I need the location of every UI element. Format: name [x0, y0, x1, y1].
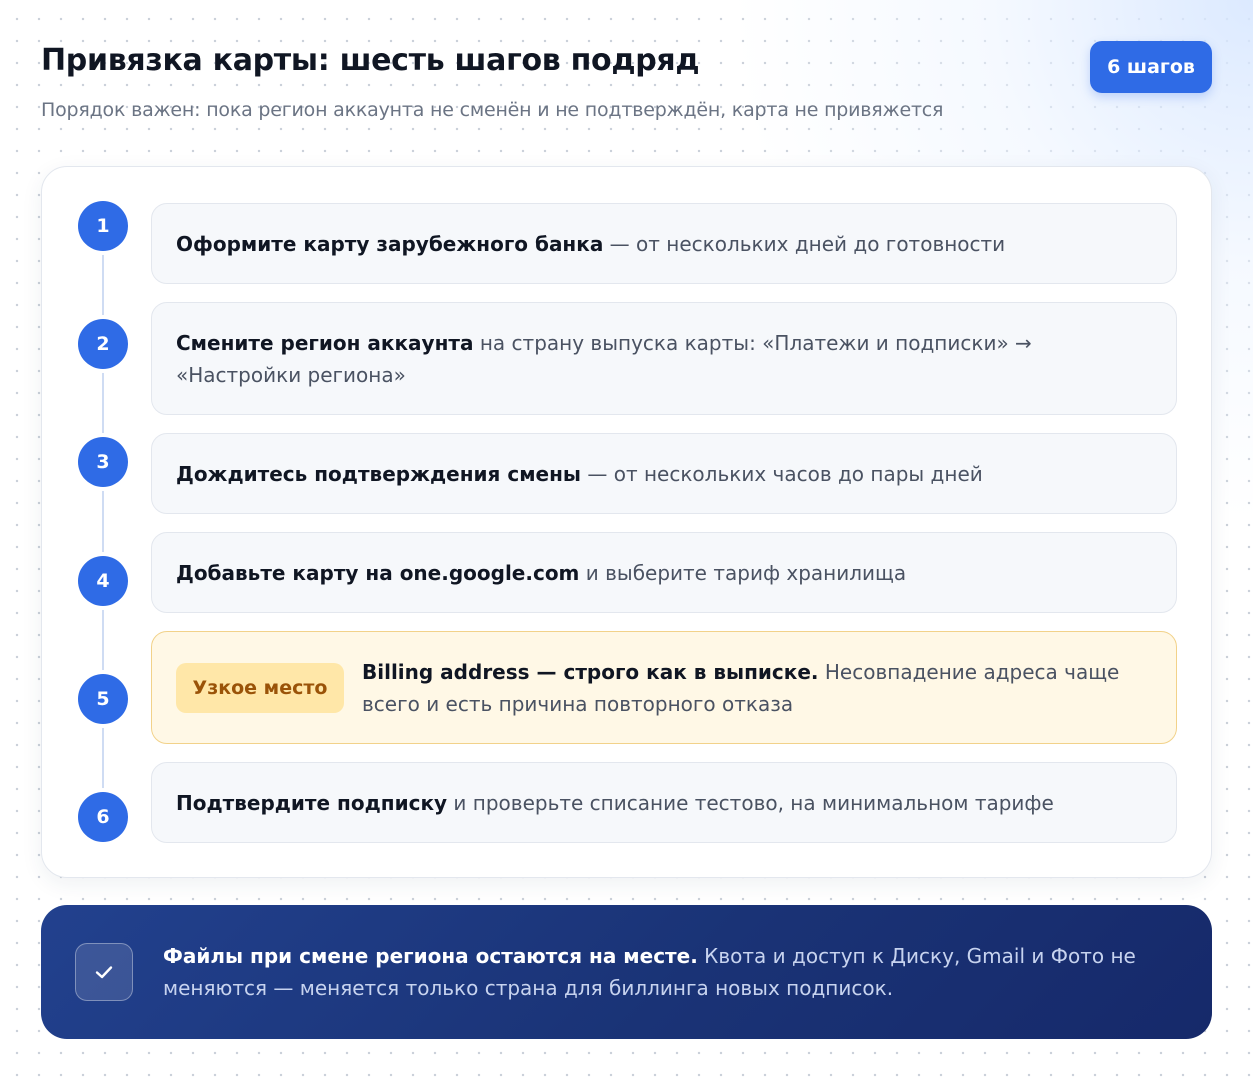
- step-text-5: Billing address — строго как в выписке. …: [362, 656, 1152, 720]
- step-number-6: 6: [78, 792, 128, 842]
- step-text-4: Добавьте карту на one.google.com и выбер…: [176, 557, 906, 589]
- step-detail-6: и проверьте списание тестово, на минимал…: [447, 790, 1054, 815]
- steps-timeline-line: [102, 227, 104, 817]
- step-number-4: 4: [78, 556, 128, 606]
- step-text-3: Дождитесь подтверждения смены — от неско…: [176, 458, 983, 490]
- step-detail-1: — от нескольких дней до готовности: [603, 231, 1006, 256]
- page-header: Привязка карты: шесть шагов подряд Поряд…: [41, 40, 1212, 130]
- step-item-3: Дождитесь подтверждения смены — от неско…: [151, 433, 1177, 514]
- info-banner: Файлы при смене региона остаются на мест…: [41, 905, 1212, 1039]
- step-title-5: Billing address — строго как в выписке.: [362, 659, 819, 684]
- step-detail-4: и выберите тариф хранилища: [579, 560, 907, 585]
- step-number-2: 2: [78, 319, 128, 369]
- bottleneck-tag: Узкое место: [176, 662, 344, 713]
- step-title-4: Добавьте карту на one.google.com: [176, 560, 580, 585]
- step-text-2: Смените регион аккаунта на страну выпуск…: [176, 327, 1152, 391]
- step-item-2: Смените регион аккаунта на страну выпуск…: [151, 302, 1177, 415]
- check-icon-glyph: [95, 966, 113, 979]
- info-banner-text: Файлы при смене региона остаются на мест…: [163, 940, 1152, 1004]
- steps-card: 1 Оформите карту зарубежного банка — от …: [41, 166, 1212, 878]
- step-item-1: Оформите карту зарубежного банка — от не…: [151, 203, 1177, 284]
- check-icon: [75, 943, 133, 1001]
- step-number-5: 5: [78, 674, 128, 724]
- page-title: Привязка карты: шесть шагов подряд: [41, 43, 700, 78]
- step-item-6: Подтвердите подписку и проверьте списани…: [151, 762, 1177, 843]
- step-title-3: Дождитесь подтверждения смены: [176, 461, 582, 486]
- step-text-1: Оформите карту зарубежного банка — от не…: [176, 228, 1005, 260]
- step-item-5-warning: Узкое место Billing address — строго как…: [151, 631, 1177, 744]
- step-title-1: Оформите карту зарубежного банка: [176, 231, 604, 256]
- step-title-6: Подтвердите подписку: [176, 790, 448, 815]
- info-banner-title: Файлы при смене региона остаются на мест…: [163, 944, 698, 968]
- step-title-2: Смените регион аккаунта: [176, 330, 474, 355]
- steps-count-badge: 6 шагов: [1090, 41, 1212, 93]
- step-detail-3: — от нескольких часов до пары дней: [581, 461, 983, 486]
- step-number-3: 3: [78, 437, 128, 487]
- step-item-4: Добавьте карту на one.google.com и выбер…: [151, 532, 1177, 613]
- step-text-6: Подтвердите подписку и проверьте списани…: [176, 787, 1054, 819]
- step-number-1: 1: [78, 201, 128, 251]
- page-subtitle: Порядок важен: пока регион аккаунта не с…: [41, 99, 944, 121]
